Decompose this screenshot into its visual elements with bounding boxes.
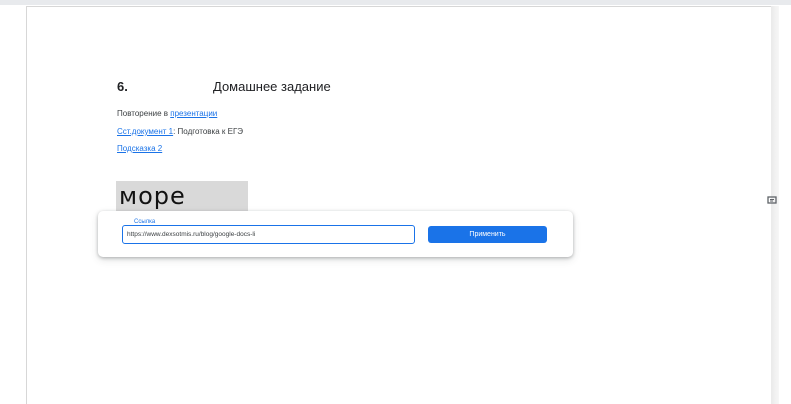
document-link[interactable]: Сст.документ 1 [117, 127, 173, 136]
hint-link[interactable]: Подсказка 2 [117, 144, 162, 153]
section-number: 6. [117, 79, 128, 94]
paragraph-hint: Подсказка 2 [117, 144, 162, 153]
link-field-label: Ссылка [132, 219, 158, 225]
comment-icon[interactable] [766, 194, 778, 206]
top-toolbar-edge [0, 0, 791, 5]
paragraph-text: : Подготовка к ЕГЭ [173, 127, 244, 136]
section-title: Домашнее задание [213, 79, 331, 94]
paragraph-text: Повторение в [117, 109, 171, 118]
document-editor: 6. Домашнее задание Повторение в презент… [0, 0, 791, 404]
presentation-link[interactable]: презентации [170, 109, 217, 118]
link-url-input[interactable] [127, 228, 409, 241]
apply-button[interactable]: Применить [428, 226, 547, 243]
insert-link-popup: Ссылка Применить [98, 211, 573, 257]
selected-word: море [119, 182, 186, 210]
selected-word-highlight[interactable]: море [116, 181, 248, 213]
link-url-field: Ссылка [122, 219, 415, 244]
paragraph-exam-prep: Сст.документ 1: Подготовка к ЕГЭ [117, 127, 243, 136]
paragraph-repetition: Повторение в презентации [117, 109, 217, 118]
